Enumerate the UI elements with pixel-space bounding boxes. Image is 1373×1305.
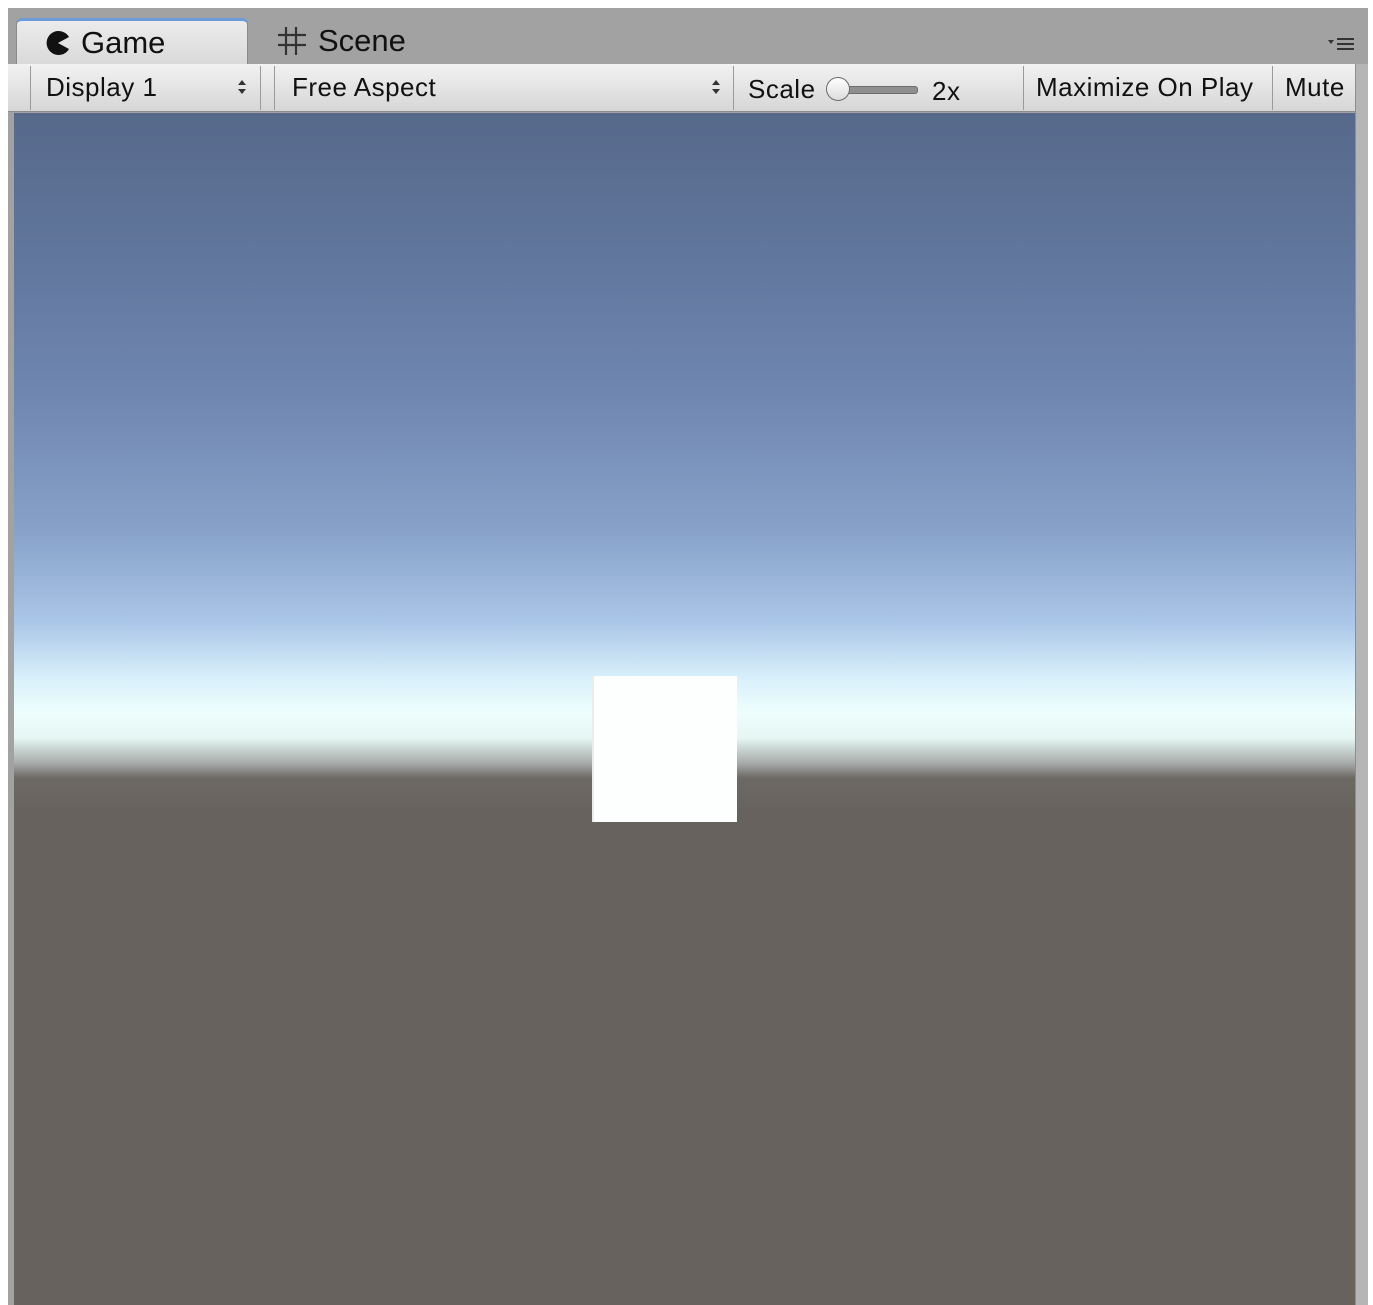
tab-scene-label: Scene — [318, 23, 406, 58]
tab-game-label: Game — [81, 24, 166, 60]
dropdown-arrows-icon — [712, 80, 720, 94]
game-view-window: Game Scene Display 1 Free Aspect Scale 2… — [8, 8, 1368, 1305]
mute-label: Mute — [1285, 71, 1345, 102]
tab-game[interactable]: Game — [16, 18, 248, 64]
scale-value: 2x — [932, 76, 961, 106]
grid-icon — [276, 25, 308, 57]
cube-object — [592, 676, 737, 822]
toolbar-divider — [274, 66, 275, 110]
scale-label: Scale — [748, 73, 816, 104]
window-menu-icon[interactable] — [1326, 32, 1356, 54]
toolbar-divider — [260, 66, 261, 110]
toolbar-divider — [30, 66, 31, 110]
display-dropdown-value: Display 1 — [46, 71, 158, 102]
mute-toggle[interactable]: Mute — [1273, 64, 1355, 110]
maximize-on-play-label: Maximize On Play — [1036, 71, 1254, 102]
tab-scene[interactable]: Scene — [270, 18, 470, 64]
tab-bar: Game Scene — [8, 8, 1368, 64]
aspect-dropdown-value: Free Aspect — [292, 71, 437, 102]
display-dropdown[interactable]: Display 1 — [32, 64, 258, 110]
window-right-edge — [1355, 64, 1368, 1305]
scale-slider-thumb[interactable] — [826, 77, 850, 101]
aspect-dropdown[interactable]: Free Aspect — [276, 64, 732, 110]
maximize-on-play-toggle[interactable]: Maximize On Play — [1024, 64, 1272, 110]
dropdown-arrows-icon — [238, 80, 246, 94]
game-viewport[interactable] — [14, 113, 1356, 1305]
scale-control: Scale 2x — [734, 64, 1022, 110]
game-toolbar: Display 1 Free Aspect Scale 2x Maximize … — [8, 64, 1356, 112]
scale-slider-track[interactable] — [838, 86, 918, 94]
pacman-icon — [45, 30, 71, 56]
